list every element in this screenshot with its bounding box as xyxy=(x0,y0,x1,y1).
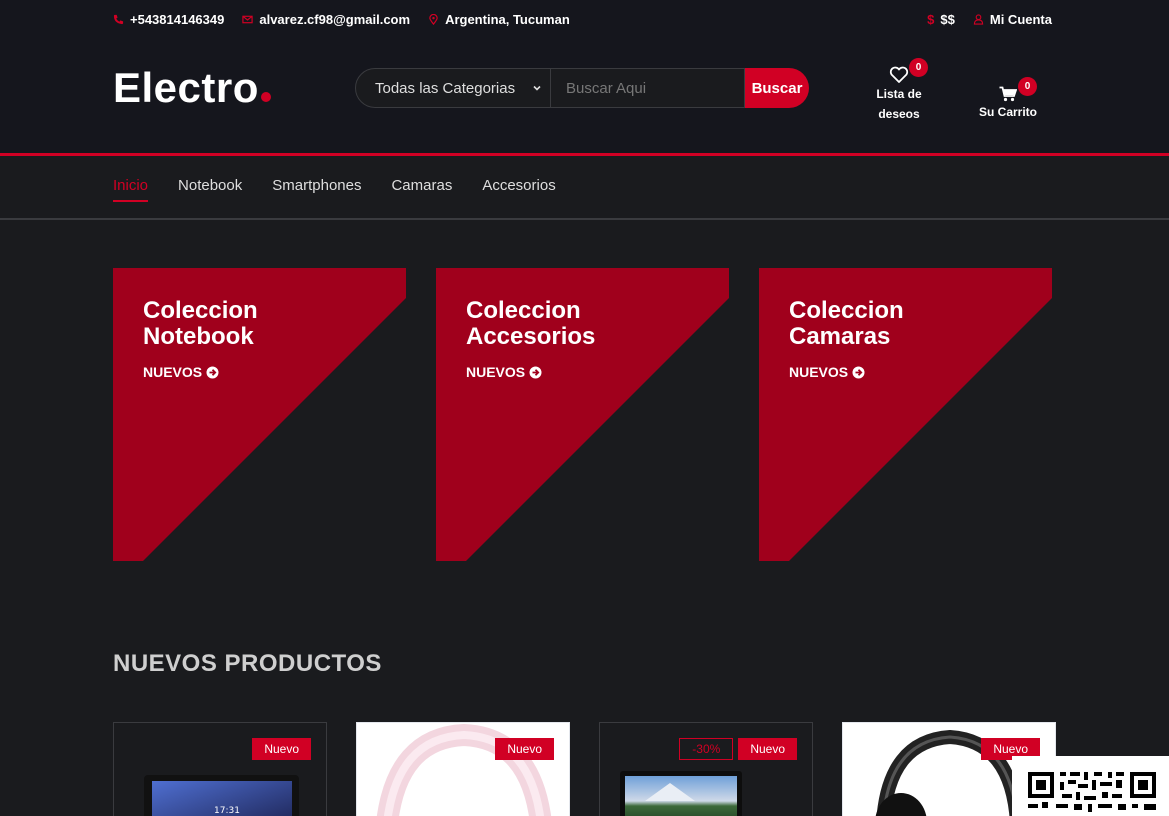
collection-cta-label: NUEVOS xyxy=(143,364,203,380)
category-select-value: Todas las Categorias xyxy=(375,79,516,97)
arrow-circle-right-icon xyxy=(529,366,542,378)
section-title: NUEVOS PRODUCTOS xyxy=(113,650,382,677)
collection-title-line1: Coleccion xyxy=(143,297,258,324)
logo-text: Electro xyxy=(113,64,259,111)
new-badge: Nuevo xyxy=(252,738,311,760)
envelope-icon xyxy=(242,15,254,23)
qr-code xyxy=(1012,756,1169,816)
product-card[interactable]: -30% Nuevo xyxy=(599,722,813,816)
dollar-icon: $ xyxy=(927,11,935,27)
location-text: Argentina, Tucuman xyxy=(445,11,570,27)
arrow-circle-right-icon xyxy=(852,366,865,378)
heart-icon xyxy=(889,66,909,83)
nav-item-camaras[interactable]: Camaras xyxy=(391,177,452,198)
collections-row: Coleccion Notebook NUEVOS Coleccion Acce… xyxy=(113,268,1052,561)
nav-item-smartphones[interactable]: Smartphones xyxy=(272,177,361,198)
collection-title-line1: Coleccion xyxy=(789,297,904,324)
category-select[interactable]: Todas las Categorias xyxy=(355,68,551,108)
wishlist-label: Lista de deseos xyxy=(876,87,922,121)
site-logo[interactable]: Electro xyxy=(113,62,271,114)
product-card[interactable]: 17:31 Nuevo xyxy=(113,722,327,816)
chevron-down-icon xyxy=(533,85,541,91)
currency-text: $$ xyxy=(940,11,955,27)
contact-info: +543814146349 alvarez.cf98@gmail.com Arg… xyxy=(113,12,570,27)
search-input[interactable]: Buscar Aqui xyxy=(551,68,745,108)
logo-dot xyxy=(260,92,271,102)
sale-badge: -30% xyxy=(679,738,734,760)
products-row: 17:31 Nuevo Nuevo -30% Nuevo Nuevo xyxy=(113,722,1056,816)
phone-text: +543814146349 xyxy=(130,11,225,27)
collection-cta[interactable]: NUEVOS xyxy=(789,364,904,380)
product-labels: Nuevo xyxy=(252,738,311,760)
email-text: alvarez.cf98@gmail.com xyxy=(259,11,411,27)
qr-code-image xyxy=(1028,772,1156,812)
map-marker-icon xyxy=(429,13,438,25)
location-link[interactable]: Argentina, Tucuman xyxy=(428,12,570,27)
product-labels: Nuevo xyxy=(495,738,554,760)
collection-notebook[interactable]: Coleccion Notebook NUEVOS xyxy=(113,268,406,561)
search-placeholder: Buscar Aqui xyxy=(566,79,647,97)
nav-item-inicio[interactable]: Inicio xyxy=(113,177,149,202)
collection-camaras[interactable]: Coleccion Camaras NUEVOS xyxy=(759,268,1052,561)
cart-label: Su Carrito xyxy=(978,105,1037,119)
account-links: $ $$ Mi Cuenta xyxy=(927,12,1052,27)
search-button[interactable]: Buscar xyxy=(745,68,809,108)
collection-cta[interactable]: NUEVOS xyxy=(466,364,595,380)
phone-icon xyxy=(113,14,124,24)
svg-text:17:31: 17:31 xyxy=(214,806,240,816)
nav-item-accesorios[interactable]: Accesorios xyxy=(482,177,555,198)
email-link[interactable]: alvarez.cf98@gmail.com xyxy=(242,12,410,27)
product-image-headphones-pink xyxy=(376,723,552,816)
nav-item-notebook[interactable]: Notebook xyxy=(178,177,242,198)
account-link[interactable]: Mi Cuenta xyxy=(973,12,1052,27)
new-badge: Nuevo xyxy=(738,738,797,760)
search-form: Todas las Categorias Buscar Aqui Buscar xyxy=(355,68,809,108)
product-labels: -30% Nuevo xyxy=(679,738,797,760)
shopping-cart-icon xyxy=(999,86,1017,102)
product-card[interactable]: Nuevo xyxy=(356,722,570,816)
wishlist-link[interactable]: 0 Lista de deseos xyxy=(873,58,928,124)
main-header: Electro Todas las Categorias Buscar Aqui… xyxy=(0,38,1169,156)
collection-title-line1: Coleccion xyxy=(466,297,581,324)
arrow-circle-right-icon xyxy=(206,366,219,378)
cart-link[interactable]: 0 Su Carrito xyxy=(975,77,1041,122)
phone-link[interactable]: +543814146349 xyxy=(113,12,224,27)
collection-cta-label: NUEVOS xyxy=(466,364,526,380)
account-text: Mi Cuenta xyxy=(989,11,1052,27)
main-nav: Inicio Notebook Smartphones Camaras Acce… xyxy=(0,156,1169,220)
collection-title-line2: Accesorios xyxy=(466,323,596,350)
new-badge: Nuevo xyxy=(495,738,554,760)
collection-title-line2: Camaras xyxy=(789,323,891,350)
collection-cta[interactable]: NUEVOS xyxy=(143,364,258,380)
collection-cta-label: NUEVOS xyxy=(789,364,849,380)
top-bar: +543814146349 alvarez.cf98@gmail.com Arg… xyxy=(0,0,1169,38)
user-icon xyxy=(973,13,984,25)
collection-title-line2: Notebook xyxy=(143,323,254,350)
search-button-label: Buscar xyxy=(751,79,803,97)
cart-count-badge: 0 xyxy=(1018,77,1037,96)
currency-link[interactable]: $ $$ xyxy=(927,12,955,27)
wishlist-count-badge: 0 xyxy=(909,58,928,77)
product-image-laptop xyxy=(620,771,742,816)
product-image-tablet: 17:31 xyxy=(144,775,299,816)
collection-accesorios[interactable]: Coleccion Accesorios NUEVOS xyxy=(436,268,729,561)
